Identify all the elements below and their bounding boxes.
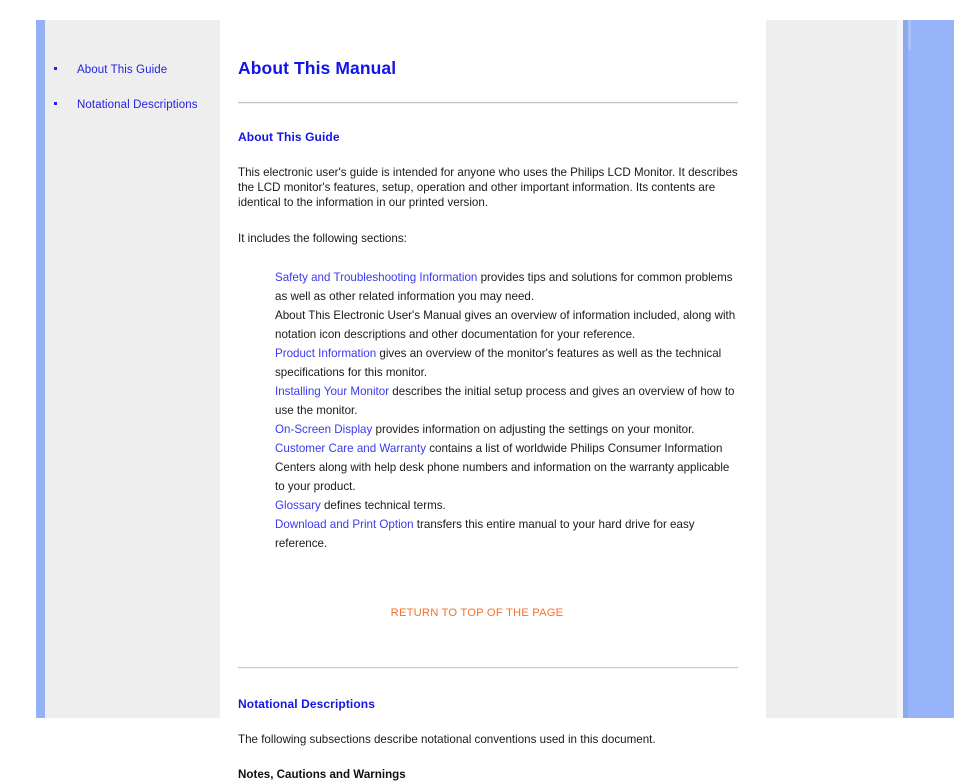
sidebar-item-about-this-guide[interactable]: About This Guide (45, 62, 220, 77)
sidebar-link-notational-descriptions[interactable]: Notational Descriptions (77, 99, 198, 111)
entry-link-glossary[interactable]: Glossary (275, 499, 321, 512)
sidebar-item-notational-descriptions[interactable]: Notational Descriptions (45, 97, 220, 112)
main-content-inner: About This Manual About This Guide This … (220, 20, 766, 781)
entry-link-safety-and-troubleshooting[interactable]: Safety and Troubleshooting Information (275, 271, 477, 284)
bullet-icon (54, 102, 57, 105)
section-entry: Glossary defines technical terms. (275, 496, 738, 515)
intro-paragraph: This electronic user's guide is intended… (238, 166, 738, 209)
includes-label: It includes the following sections: (238, 232, 407, 245)
entry-link-product-information[interactable]: Product Information (275, 347, 376, 360)
section-entry: Customer Care and Warranty contains a li… (275, 439, 738, 496)
page-title: About This Manual (238, 58, 397, 78)
section-heading-notational-descriptions: Notational Descriptions (238, 697, 375, 711)
entry-link-installing-your-monitor[interactable]: Installing Your Monitor (275, 385, 389, 398)
section-entry: Installing Your Monitor describes the in… (275, 382, 738, 420)
entry-link-customer-care-and-warranty[interactable]: Customer Care and Warranty (275, 442, 426, 455)
sidebar-nav-list: About This Guide Notational Descriptions (45, 20, 220, 112)
right-blue-notch (908, 20, 911, 50)
bullet-icon (54, 67, 57, 70)
divider-top (238, 102, 738, 104)
section-heading-about-this-guide: About This Guide (238, 130, 340, 144)
divider-bottom (238, 667, 738, 669)
return-to-top-container: RETURN TO TOP OF THE PAGE (238, 603, 736, 621)
section-entry: Download and Print Option transfers this… (275, 515, 738, 553)
right-blue-panel (908, 20, 954, 718)
section-entry: On-Screen Display provides information o… (275, 420, 738, 439)
section-entry: Product Information gives an overview of… (275, 344, 738, 382)
left-accent-bar (36, 20, 45, 718)
section-entry: About This Electronic User's Manual give… (275, 306, 738, 344)
subsection-heading-notes-cautions-warnings: Notes, Cautions and Warnings (238, 768, 406, 781)
sidebar-navigation: About This Guide Notational Descriptions (45, 20, 220, 718)
document-page: About This Guide Notational Descriptions… (0, 0, 954, 781)
entry-link-download-and-print-option[interactable]: Download and Print Option (275, 518, 414, 531)
right-gray-panel (766, 20, 912, 718)
entry-link-on-screen-display[interactable]: On-Screen Display (275, 423, 372, 436)
notational-paragraph: The following subsections describe notat… (238, 733, 656, 746)
entry-text: provides information on adjusting the se… (372, 423, 695, 436)
section-entries-list: Safety and Troubleshooting Information p… (238, 268, 738, 553)
entry-text: defines technical terms. (320, 499, 446, 512)
return-to-top-link[interactable]: RETURN TO TOP OF THE PAGE (391, 607, 564, 619)
section-entry: Safety and Troubleshooting Information p… (275, 268, 738, 306)
entry-label-about-this-electronic-users-manual: About This Electronic User's Manual (275, 309, 462, 322)
main-content-panel: About This Manual About This Guide This … (220, 20, 766, 781)
sidebar-link-about-this-guide[interactable]: About This Guide (77, 64, 167, 76)
